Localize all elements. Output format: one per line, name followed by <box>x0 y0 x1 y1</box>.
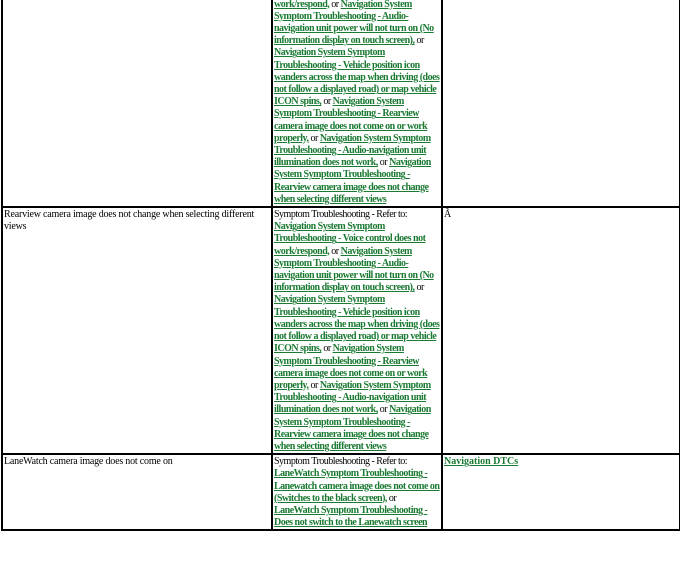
troubleshooting-link[interactable]: LaneWatch Symptom Troubleshooting - Does… <box>274 505 428 528</box>
related-cell: Navigation DTCs <box>442 454 680 531</box>
refer-cell: Symptom Troubleshooting - Refer to: Navi… <box>272 0 442 208</box>
symptom-cell: Rearview camera image does not change wh… <box>2 207 272 455</box>
table-row: Rearview camera image does not change wh… <box>2 207 680 455</box>
or-separator: or <box>379 157 388 169</box>
troubleshooting-table: Symptom Troubleshooting - Refer to: Navi… <box>1 0 680 532</box>
or-separator: or <box>416 35 425 47</box>
related-cell: Ã <box>442 207 680 455</box>
navigation-dtcs-link[interactable]: Navigation DTCs <box>444 456 518 467</box>
refer-prefix: Symptom Troubleshooting - Refer to: <box>274 209 408 221</box>
related-cell <box>442 0 680 208</box>
or-separator: or <box>379 404 388 416</box>
or-separator: or <box>416 282 425 294</box>
table-row: Symptom Troubleshooting - Refer to: Navi… <box>2 0 680 208</box>
table-row: LaneWatch camera image does not come on S… <box>2 454 680 531</box>
refer-cell: Symptom Troubleshooting - Refer to: Navi… <box>272 207 442 455</box>
or-separator: or <box>331 245 339 257</box>
or-separator: or <box>388 492 397 504</box>
refer-prefix: Symptom Troubleshooting - Refer to: <box>274 456 408 468</box>
troubleshooting-table-container: Symptom Troubleshooting - Refer to: Navi… <box>1 0 680 532</box>
refer-cell: Symptom Troubleshooting - Refer to: Lane… <box>272 454 442 531</box>
or-separator: or <box>323 96 331 108</box>
or-separator: or <box>310 379 318 391</box>
troubleshooting-link[interactable]: LaneWatch Symptom Troubleshooting - Lane… <box>274 468 440 503</box>
or-separator: or <box>310 132 318 144</box>
or-separator: or <box>331 0 339 10</box>
symptom-cell: LaneWatch camera image does not come on <box>2 454 272 531</box>
or-separator: or <box>323 343 331 355</box>
symptom-cell <box>2 0 272 208</box>
